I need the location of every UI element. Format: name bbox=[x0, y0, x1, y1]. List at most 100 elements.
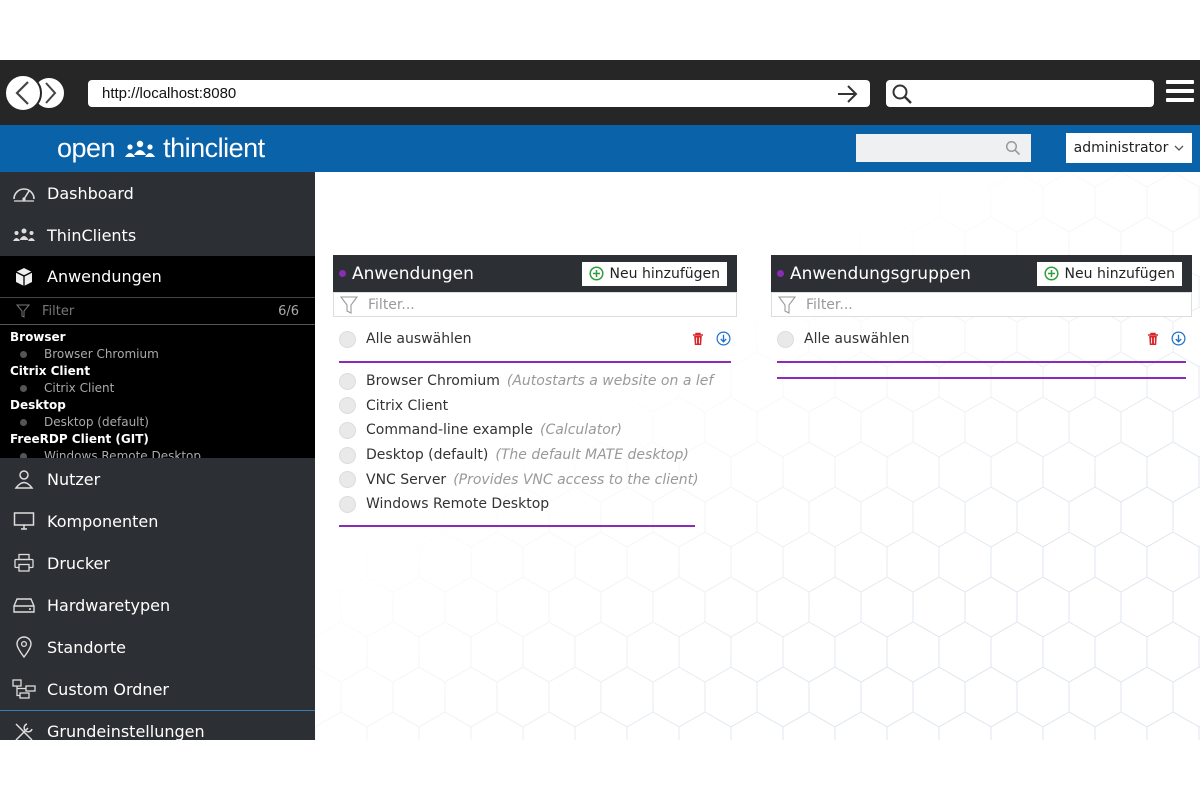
filter-icon bbox=[16, 304, 30, 318]
tree-item[interactable]: Citrix Client bbox=[0, 380, 315, 397]
download-circle-icon[interactable] bbox=[1171, 331, 1186, 346]
sidebar-item-label: Nutzer bbox=[47, 469, 101, 489]
main-content: Anwendungen Neu hinzufügen Filter... All… bbox=[315, 172, 1200, 740]
sidebar-item-label: Komponenten bbox=[47, 511, 159, 531]
url-text: http://localhost:8080 bbox=[102, 85, 237, 102]
sidebar-item-nutzer[interactable]: Nutzer bbox=[0, 458, 315, 500]
tree-group-title[interactable]: Citrix Client bbox=[0, 363, 315, 380]
applications-panel: Anwendungen Neu hinzufügen Filter... All… bbox=[333, 255, 737, 527]
list-item[interactable]: Citrix Client bbox=[333, 394, 737, 419]
chevron-down-icon bbox=[1174, 145, 1184, 151]
chevron-left-icon bbox=[15, 81, 29, 105]
monitor-icon bbox=[12, 509, 36, 533]
sidebar-item-label: Dashboard bbox=[47, 183, 134, 203]
search-icon bbox=[892, 84, 912, 104]
cube-icon bbox=[12, 265, 36, 289]
filter-placeholder: Filter... bbox=[806, 296, 853, 313]
applications-panel-header: Anwendungen Neu hinzufügen bbox=[333, 255, 737, 292]
chevron-right-icon bbox=[45, 82, 57, 104]
back-button[interactable] bbox=[4, 74, 42, 112]
applications-filter-input[interactable]: Filter... bbox=[333, 292, 737, 317]
select-all-radio[interactable] bbox=[777, 330, 794, 348]
add-application-group-button[interactable]: Neu hinzufügen bbox=[1036, 261, 1182, 286]
sidebar-item-label: Grundeinstellungen bbox=[47, 722, 205, 740]
sidebar-item-custom-ordner[interactable]: Custom Ordner bbox=[0, 668, 315, 710]
panel-title: Anwendungsgruppen bbox=[790, 263, 971, 284]
go-arrow-icon[interactable] bbox=[836, 83, 860, 105]
thinclients-icon bbox=[12, 223, 36, 247]
add-label: Neu hinzufügen bbox=[1064, 265, 1175, 282]
sidebar-item-label: Hardwaretypen bbox=[47, 595, 171, 615]
sidebar-item-label: Custom Ordner bbox=[47, 679, 169, 699]
application-groups-panel: Anwendungsgruppen Neu hinzufügen Filter.… bbox=[771, 255, 1192, 379]
trash-icon[interactable] bbox=[692, 332, 704, 346]
sidebar-filter-input[interactable]: Filter 6/6 bbox=[0, 298, 315, 325]
sidebar: Dashboard ThinClients Anwendungen Filter… bbox=[0, 172, 315, 740]
divider bbox=[339, 524, 695, 527]
tree-group-title[interactable]: Browser bbox=[0, 329, 315, 346]
plus-circle-icon bbox=[588, 266, 604, 281]
global-search-input[interactable] bbox=[856, 134, 1031, 162]
search-icon bbox=[1005, 140, 1021, 156]
logo-text-open: open bbox=[57, 133, 116, 163]
sidebar-item-anwendungen[interactable]: Anwendungen bbox=[0, 256, 315, 298]
user-name: administrator bbox=[1073, 140, 1169, 156]
logo: open thinclient bbox=[57, 133, 265, 164]
application-tree: Browser Browser Chromium Citrix Client C… bbox=[0, 325, 315, 458]
tree-item[interactable]: Browser Chromium bbox=[0, 346, 315, 363]
list-item[interactable]: Desktop (default) (The default MATE deskt… bbox=[333, 443, 737, 468]
tools-icon bbox=[12, 720, 36, 740]
list-item[interactable]: Browser Chromium (Autostarts a website on… bbox=[333, 369, 737, 394]
add-label: Neu hinzufügen bbox=[609, 265, 720, 282]
list-item[interactable]: VNC Server (Provides VNC access to the cl… bbox=[333, 467, 737, 492]
logo-people-icon bbox=[123, 139, 157, 159]
filter-placeholder: Filter... bbox=[368, 296, 415, 313]
download-circle-icon[interactable] bbox=[716, 331, 731, 346]
select-all-row[interactable]: Alle auswählen bbox=[333, 317, 737, 361]
status-dot bbox=[339, 270, 346, 277]
select-all-label: Alle auswählen bbox=[366, 331, 472, 347]
filter-count: 6/6 bbox=[278, 303, 299, 319]
browser-window: http://localhost:8080 open thinclient ad… bbox=[0, 60, 1200, 740]
select-all-row[interactable]: Alle auswählen bbox=[771, 317, 1192, 361]
list-item[interactable]: Command-line example (Calculator) bbox=[333, 418, 737, 443]
sidebar-item-label: Standorte bbox=[47, 637, 127, 657]
sidebar-item-thinclients[interactable]: ThinClients bbox=[0, 214, 315, 256]
sidebar-item-komponenten[interactable]: Komponenten bbox=[0, 500, 315, 542]
application-groups-panel-header: Anwendungsgruppen Neu hinzufügen bbox=[771, 255, 1192, 292]
address-bar[interactable]: http://localhost:8080 bbox=[88, 80, 870, 107]
location-pin-icon bbox=[12, 635, 36, 659]
sidebar-item-label: ThinClients bbox=[47, 225, 137, 245]
tree-item[interactable]: Windows Remote Desktop bbox=[0, 448, 315, 458]
panel-title: Anwendungen bbox=[352, 263, 474, 284]
hardware-icon bbox=[12, 593, 36, 617]
browser-menu-button[interactable] bbox=[1166, 80, 1194, 106]
user-menu-button[interactable]: administrator bbox=[1066, 133, 1192, 163]
status-dot bbox=[777, 270, 784, 277]
select-all-label: Alle auswählen bbox=[804, 331, 910, 347]
sidebar-item-dashboard[interactable]: Dashboard bbox=[0, 172, 315, 214]
divider bbox=[777, 377, 1186, 379]
tree-group-title[interactable]: FreeRDP Client (GIT) bbox=[0, 431, 315, 448]
add-application-button[interactable]: Neu hinzufügen bbox=[581, 261, 727, 286]
browser-toolbar: http://localhost:8080 bbox=[0, 60, 1200, 125]
user-icon bbox=[12, 467, 36, 491]
list-item[interactable]: Windows Remote Desktop bbox=[333, 492, 737, 517]
sidebar-item-drucker[interactable]: Drucker bbox=[0, 542, 315, 584]
tree-group-title[interactable]: Desktop bbox=[0, 397, 315, 414]
sidebar-item-standorte[interactable]: Standorte bbox=[0, 626, 315, 668]
browser-search-input[interactable] bbox=[886, 80, 1154, 107]
sidebar-item-hardwaretypen[interactable]: Hardwaretypen bbox=[0, 584, 315, 626]
plus-circle-icon bbox=[1043, 266, 1059, 281]
select-all-radio[interactable] bbox=[339, 330, 356, 348]
divider bbox=[777, 361, 1186, 363]
filter-icon bbox=[340, 295, 358, 314]
application-groups-filter-input[interactable]: Filter... bbox=[771, 292, 1192, 317]
trash-icon[interactable] bbox=[1147, 332, 1159, 346]
printer-icon bbox=[12, 551, 36, 575]
filter-icon bbox=[778, 295, 796, 314]
app-header: open thinclient administrator bbox=[0, 125, 1200, 172]
sidebar-item-grundeinstellungen[interactable]: Grundeinstellungen bbox=[0, 710, 315, 740]
tree-item[interactable]: Desktop (default) bbox=[0, 414, 315, 431]
applications-list: Browser Chromium (Autostarts a website on… bbox=[333, 363, 737, 517]
